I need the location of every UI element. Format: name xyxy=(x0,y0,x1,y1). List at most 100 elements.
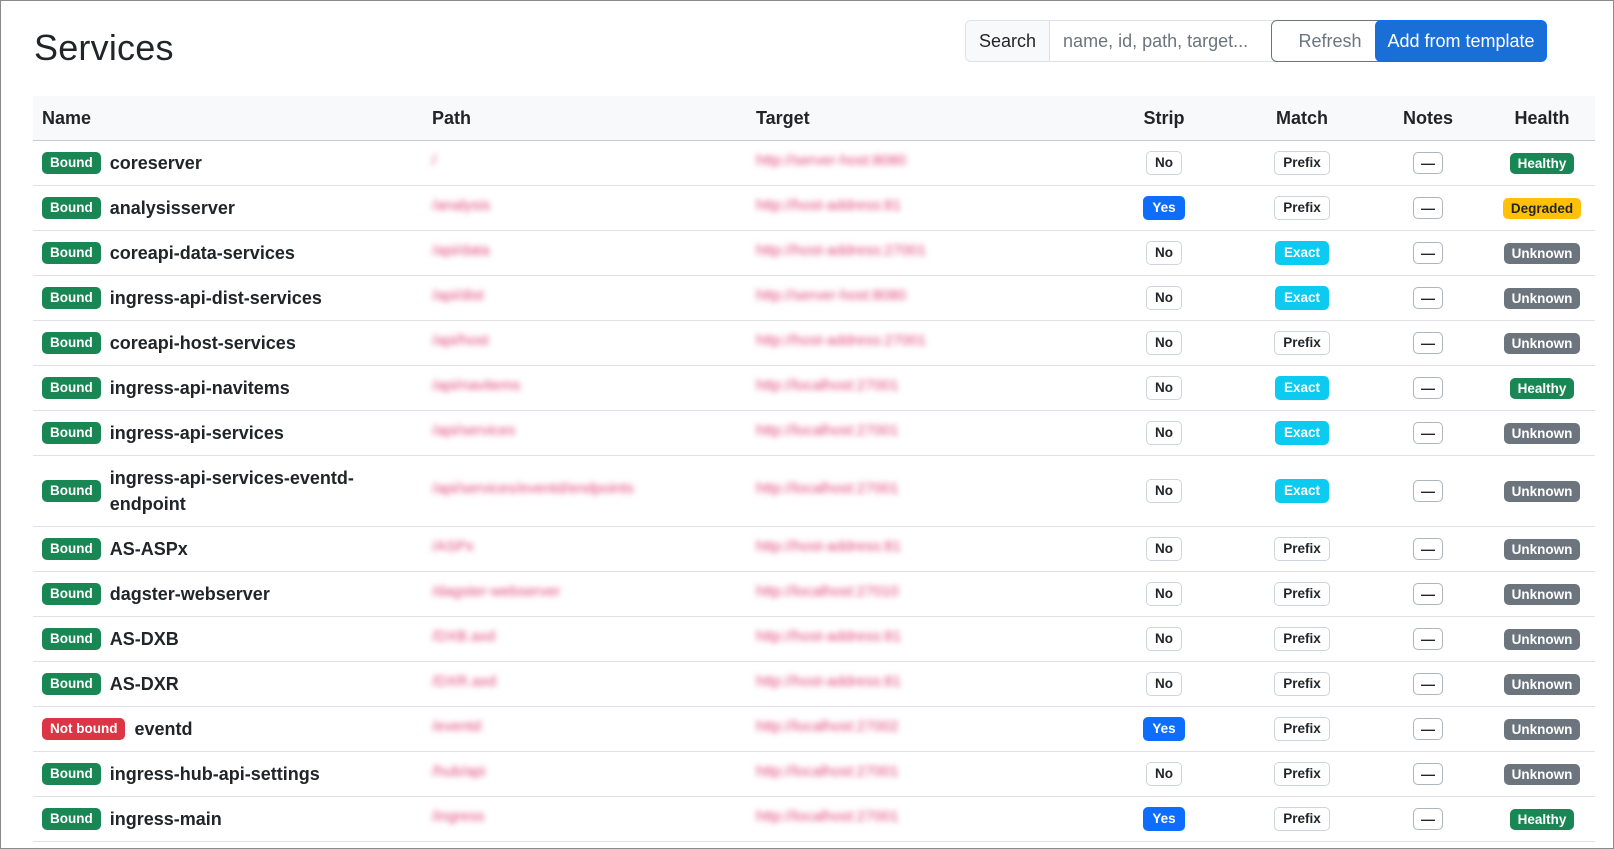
service-name[interactable]: AS-DXR xyxy=(110,671,179,697)
strip-cell: No xyxy=(1091,455,1237,527)
notes-button[interactable]: — xyxy=(1413,480,1443,502)
service-name[interactable]: analysisserver xyxy=(110,195,235,221)
health-badge: Healthy xyxy=(1509,377,1575,400)
header-notes[interactable]: Notes xyxy=(1367,96,1489,141)
table-row[interactable]: Bound AS-ASPx/ASPx http://host-address:81 N… xyxy=(33,526,1595,572)
notes-button[interactable]: — xyxy=(1413,763,1443,785)
health-badge: Unknown xyxy=(1503,242,1581,265)
health-badge: Healthy xyxy=(1509,152,1575,175)
strip-cell: Yes xyxy=(1091,185,1237,231)
table-row[interactable]: Not bound eventd/eventd http://localhost:2… xyxy=(33,706,1595,752)
notes-button[interactable]: — xyxy=(1413,377,1443,399)
table-row[interactable]: Bound ingress-api-services-eventd-endpoin… xyxy=(33,455,1595,527)
match-badge: Exact xyxy=(1274,286,1330,310)
notes-button[interactable]: — xyxy=(1413,242,1443,264)
table-row[interactable]: Bound AS-DXR/DXR.axd http://host-address:8… xyxy=(33,661,1595,707)
service-name[interactable]: coreapi-data-services xyxy=(110,240,295,266)
notes-button[interactable]: — xyxy=(1413,673,1443,695)
service-path: /eventd xyxy=(432,718,482,735)
table-row[interactable]: Bound ingress-api-navitems/api/navitems ht… xyxy=(33,365,1595,411)
service-name[interactable]: ingress-main xyxy=(110,806,222,832)
target-cell: http://host-address:81 xyxy=(747,185,1091,231)
strip-cell: No xyxy=(1091,275,1237,321)
service-target: http://localhost:27001 xyxy=(756,377,899,394)
strip-cell: No xyxy=(1091,661,1237,707)
notes-button[interactable]: — xyxy=(1413,332,1443,354)
name-cell: Bound coreapi-data-services xyxy=(33,230,423,276)
header-target[interactable]: Target xyxy=(747,96,1091,141)
notes-button[interactable]: — xyxy=(1413,197,1443,219)
table-row[interactable]: Bound ingress-hub-api-settings/hub/api htt… xyxy=(33,751,1595,797)
service-name[interactable]: coreserver xyxy=(110,150,202,176)
health-cell: Healthy xyxy=(1489,796,1595,842)
services-table: Name Path Target Strip Match Notes Healt… xyxy=(33,96,1595,842)
table-row[interactable]: Bound coreapi-host-services/api/host http:… xyxy=(33,320,1595,366)
target-cell: http://localhost:27001 xyxy=(747,796,1091,842)
service-target: http://localhost:27001 xyxy=(756,808,899,825)
notes-button[interactable]: — xyxy=(1413,538,1443,560)
service-path: /DXB.axd xyxy=(432,628,496,645)
strip-badge: Yes xyxy=(1143,717,1185,741)
service-path: /ASPx xyxy=(432,538,474,555)
table-row[interactable]: Bound AS-DXB/DXB.axd http://host-address:8… xyxy=(33,616,1595,662)
service-target: http://host-address:81 xyxy=(756,628,902,645)
notes-button[interactable]: — xyxy=(1413,583,1443,605)
service-name[interactable]: ingress-api-services-eventd-endpoint xyxy=(110,465,414,517)
service-name[interactable]: ingress-api-services xyxy=(110,420,284,446)
notes-button[interactable]: — xyxy=(1413,718,1443,740)
strip-badge: No xyxy=(1146,376,1182,400)
binding-status-badge: Bound xyxy=(42,808,101,830)
notes-button[interactable]: — xyxy=(1413,422,1443,444)
binding-status-badge: Bound xyxy=(42,152,101,174)
service-name[interactable]: eventd xyxy=(134,716,192,742)
search-group: Search xyxy=(965,20,1288,62)
service-name[interactable]: ingress-api-dist-services xyxy=(110,285,322,311)
notes-button[interactable]: — xyxy=(1413,628,1443,650)
header-name[interactable]: Name xyxy=(33,96,423,141)
notes-cell: — xyxy=(1367,410,1489,456)
table-row[interactable]: Bound ingress-api-dist-services/api/dist h… xyxy=(33,275,1595,321)
service-target: http://localhost:27001 xyxy=(756,480,899,497)
service-name[interactable]: ingress-hub-api-settings xyxy=(110,761,320,787)
path-cell: /api/data xyxy=(423,230,747,276)
binding-status-badge: Bound xyxy=(42,538,101,560)
match-cell: Prefix xyxy=(1237,140,1367,186)
add-from-template-button[interactable]: Add from template xyxy=(1375,20,1547,62)
table-row[interactable]: Bound coreserver / http://server-host:8080 N… xyxy=(33,140,1595,186)
binding-status-badge: Bound xyxy=(42,377,101,399)
service-name[interactable]: dagster-webserver xyxy=(110,581,270,607)
service-target: http://host-address:81 xyxy=(756,197,902,214)
match-badge: Exact xyxy=(1274,376,1330,400)
health-cell: Healthy xyxy=(1489,365,1595,411)
notes-button[interactable]: — xyxy=(1413,808,1443,830)
service-name[interactable]: coreapi-host-services xyxy=(110,330,296,356)
header-health[interactable]: Health xyxy=(1489,96,1595,141)
notes-button[interactable]: — xyxy=(1413,152,1443,174)
health-badge: Unknown xyxy=(1503,422,1581,445)
header-strip[interactable]: Strip xyxy=(1091,96,1237,141)
service-name[interactable]: AS-DXB xyxy=(110,626,179,652)
strip-cell: No xyxy=(1091,140,1237,186)
header-match[interactable]: Match xyxy=(1237,96,1367,141)
header-path[interactable]: Path xyxy=(423,96,747,141)
strip-cell: Yes xyxy=(1091,796,1237,842)
search-input[interactable] xyxy=(1050,21,1287,61)
match-badge: Exact xyxy=(1274,421,1330,445)
service-name[interactable]: AS-ASPx xyxy=(110,536,188,562)
refresh-button[interactable]: Refresh xyxy=(1271,20,1389,62)
notes-button[interactable]: — xyxy=(1413,287,1443,309)
path-cell: /hub/api xyxy=(423,751,747,797)
health-badge: Unknown xyxy=(1503,332,1581,355)
binding-status-badge: Bound xyxy=(42,197,101,219)
strip-cell: No xyxy=(1091,616,1237,662)
service-target: http://server-host:8080 xyxy=(756,152,907,169)
service-name[interactable]: ingress-api-navitems xyxy=(110,375,290,401)
table-row[interactable]: Bound analysisserver/analysis http://host-… xyxy=(33,185,1595,231)
table-row[interactable]: Bound coreapi-data-services/api/data http:… xyxy=(33,230,1595,276)
table-row[interactable]: Bound ingress-api-services/api/services ht… xyxy=(33,410,1595,456)
table-header-row: Name Path Target Strip Match Notes Healt… xyxy=(33,96,1595,141)
strip-badge: No xyxy=(1146,331,1182,355)
table-row[interactable]: Bound dagster-webserver/dagster-webserver… xyxy=(33,571,1595,617)
table-row[interactable]: Bound ingress-main/ingress http://localhos… xyxy=(33,796,1595,842)
strip-badge: Yes xyxy=(1143,807,1185,831)
